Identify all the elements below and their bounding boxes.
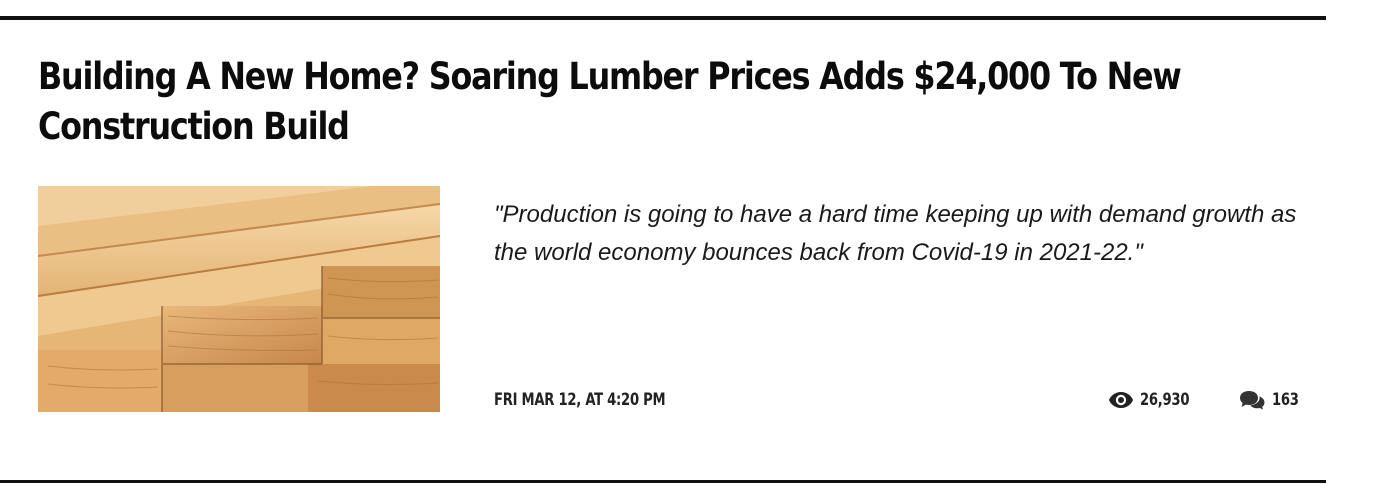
article-thumbnail[interactable] <box>38 186 440 412</box>
comments-number: 163 <box>1272 390 1299 410</box>
article-teaser: "Production is going to have a hard time… <box>494 201 1297 266</box>
bottom-divider <box>0 480 1326 483</box>
lumber-image <box>38 186 440 412</box>
comments-icon <box>1238 390 1266 410</box>
top-divider <box>0 16 1326 20</box>
eye-icon <box>1108 391 1134 409</box>
comments-link[interactable]: 163 <box>1238 388 1303 412</box>
article-title-link[interactable]: Building A New Home? Soaring Lumber Pric… <box>38 52 1328 152</box>
views-count: 26,930 <box>1108 388 1197 412</box>
article-date: FRI MAR 12, AT 4:20 PM <box>494 390 666 410</box>
views-number: 26,930 <box>1140 390 1190 410</box>
